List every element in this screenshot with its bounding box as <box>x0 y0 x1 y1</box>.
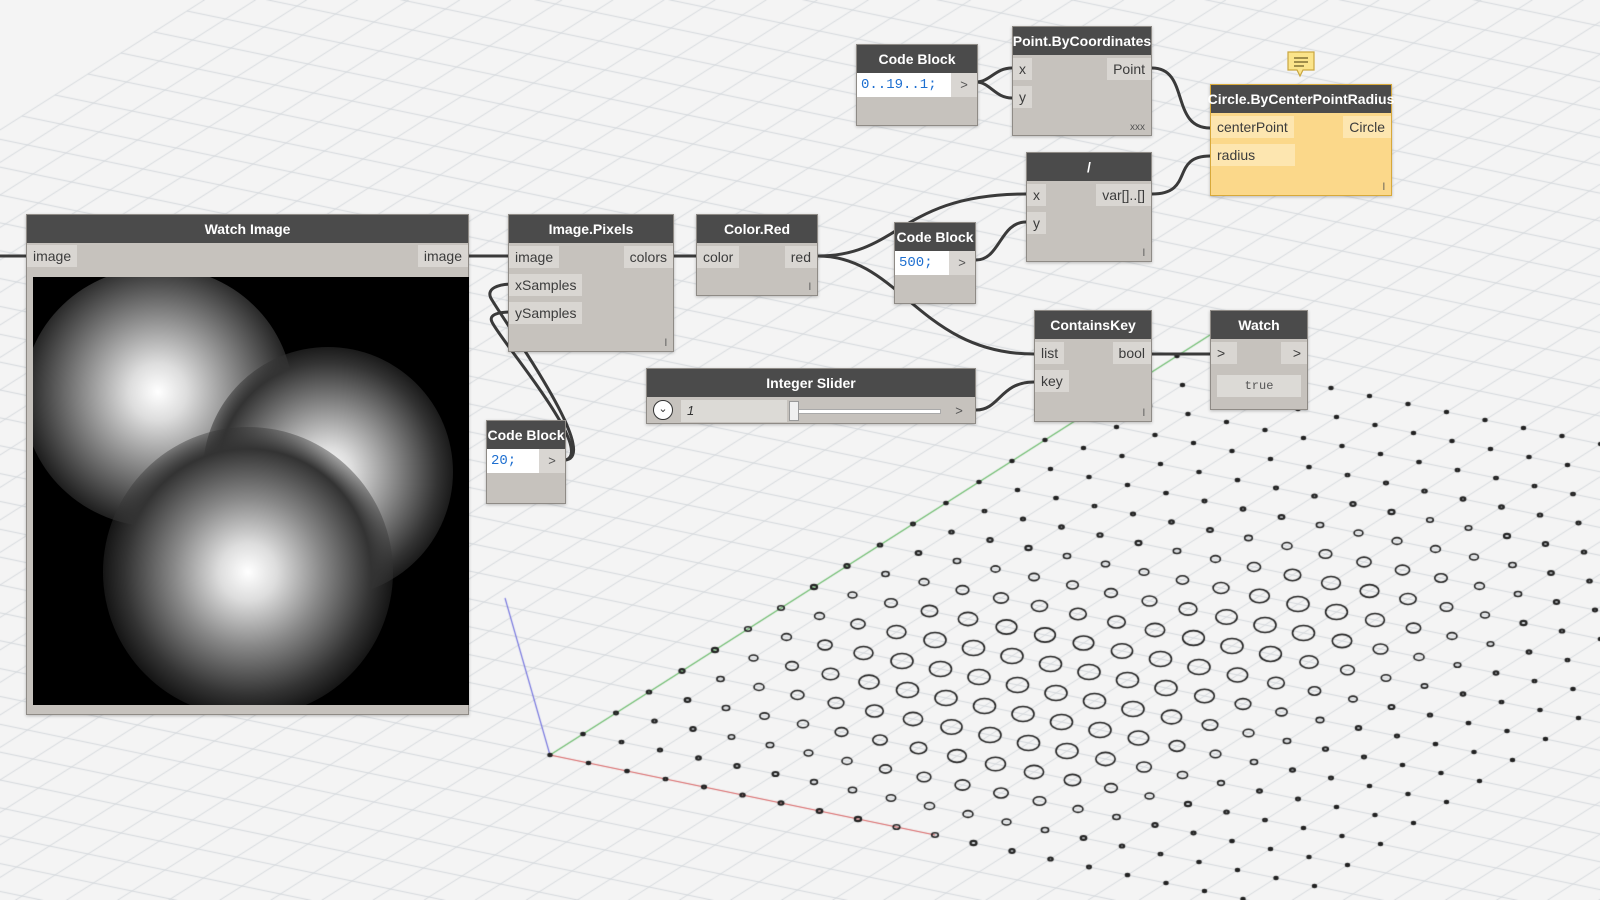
input-port-ysamples[interactable]: ySamples <box>509 302 583 324</box>
slider-track[interactable] <box>789 409 941 414</box>
code-editor[interactable]: 0..19..1; <box>857 73 951 97</box>
node-title: Circle.ByCenterPointRadius <box>1208 85 1394 113</box>
output-port[interactable]: > <box>947 400 971 422</box>
input-port-x[interactable]: x <box>1027 184 1046 206</box>
integer-slider-node[interactable]: Integer Slider ⌄ 1 > <box>646 368 976 424</box>
output-port[interactable]: > <box>949 251 975 275</box>
divide-node[interactable]: / x y var[]..[] l <box>1026 152 1152 262</box>
output-port[interactable]: > <box>1281 342 1307 364</box>
watch-node[interactable]: Watch > > true <box>1210 310 1308 410</box>
input-port-key[interactable]: key <box>1035 370 1069 392</box>
node-title: Image.Pixels <box>509 215 673 243</box>
code-block-500-node[interactable]: Code Block 500; > <box>894 222 976 304</box>
image-pixels-node[interactable]: Image.Pixels image xSamples ySamples col… <box>508 214 674 352</box>
input-port-y[interactable]: y <box>1027 212 1046 234</box>
lacing-indicator: l <box>1142 248 1145 259</box>
node-title: / <box>1027 153 1151 181</box>
output-port-red[interactable]: red <box>784 246 817 268</box>
circle-by-center-point-radius-node[interactable]: Circle.ByCenterPointRadius centerPoint r… <box>1208 84 1394 196</box>
image-preview <box>33 277 469 705</box>
node-title: Watch <box>1211 311 1307 339</box>
watch-value: true <box>1217 375 1301 397</box>
output-port-point[interactable]: Point <box>1107 58 1151 80</box>
node-title: Integer Slider <box>647 369 975 397</box>
output-port-colors[interactable]: colors <box>623 246 673 268</box>
output-port-circle[interactable]: Circle <box>1343 116 1391 138</box>
code-editor[interactable]: 500; <box>895 251 949 275</box>
watch-image-node[interactable]: Watch Image image image <box>26 214 469 715</box>
input-port-centerpoint[interactable]: centerPoint <box>1211 116 1294 138</box>
output-port[interactable]: > <box>951 73 977 97</box>
input-port-color[interactable]: color <box>697 246 740 268</box>
bright-spot <box>103 427 393 705</box>
output-port-image[interactable]: image <box>417 245 468 267</box>
note-icon[interactable] <box>1286 50 1316 78</box>
node-title: Code Block <box>857 45 977 73</box>
input-port-list[interactable]: list <box>1035 342 1065 364</box>
node-title: Watch Image <box>27 215 468 243</box>
input-port-image[interactable]: image <box>27 245 78 267</box>
node-title: Color.Red <box>697 215 817 243</box>
input-port[interactable]: > <box>1211 342 1237 364</box>
color-red-node[interactable]: Color.Red color red l <box>696 214 818 296</box>
contains-key-node[interactable]: ContainsKey list key bool l <box>1034 310 1152 422</box>
slider-thumb[interactable] <box>789 401 799 421</box>
slider-value[interactable]: 1 <box>681 400 787 422</box>
node-title: ContainsKey <box>1035 311 1151 339</box>
point-by-coordinates-node[interactable]: Point.ByCoordinates x y Point xxx <box>1012 26 1152 136</box>
input-port-image[interactable]: image <box>509 246 560 268</box>
output-port-bool[interactable]: bool <box>1112 342 1151 364</box>
lacing-indicator: l <box>808 282 811 293</box>
node-title: Point.ByCoordinates <box>1013 27 1151 55</box>
input-port-y[interactable]: y <box>1013 86 1032 108</box>
lacing-indicator: l <box>1142 408 1145 419</box>
lacing-indicator: xxx <box>1130 122 1145 133</box>
input-port-x[interactable]: x <box>1013 58 1032 80</box>
input-port-radius[interactable]: radius <box>1211 144 1295 166</box>
expand-toggle[interactable]: ⌄ <box>653 400 673 420</box>
code-block-range-node[interactable]: Code Block 0..19..1; > <box>856 44 978 126</box>
code-block-20-node[interactable]: Code Block 20; > <box>486 420 566 504</box>
code-editor[interactable]: 20; <box>487 449 539 473</box>
output-port[interactable]: > <box>539 449 565 473</box>
input-port-xsamples[interactable]: xSamples <box>509 274 583 296</box>
node-title: Code Block <box>487 421 565 449</box>
lacing-indicator: l <box>1382 182 1385 193</box>
node-title: Code Block <box>895 223 975 251</box>
output-port-var[interactable]: var[]..[] <box>1096 184 1151 206</box>
lacing-indicator: l <box>664 338 667 349</box>
